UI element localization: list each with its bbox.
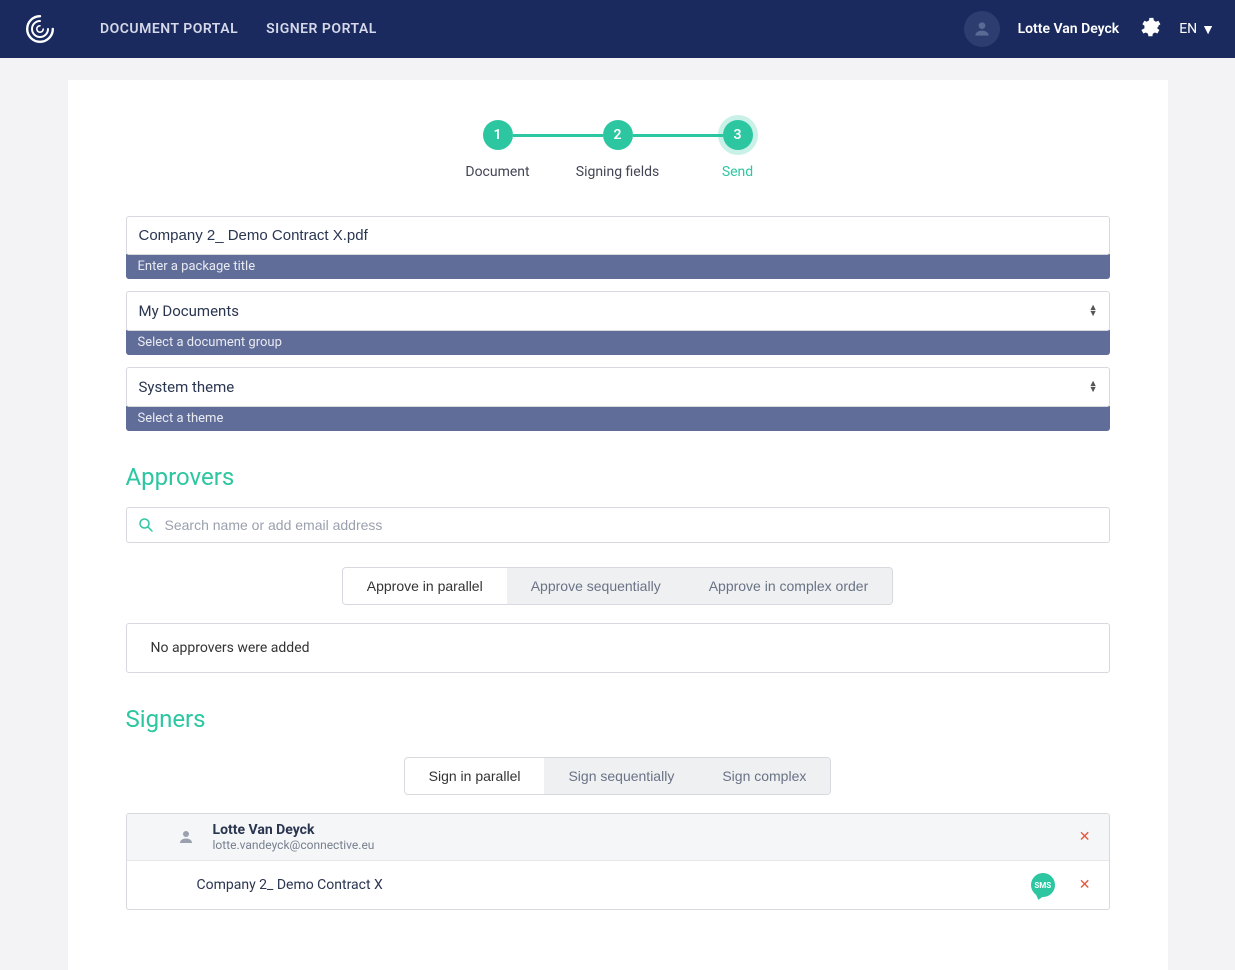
app-logo	[20, 9, 60, 49]
search-icon	[137, 516, 155, 534]
step-connector-1	[513, 134, 603, 137]
signer-email-label: lotte.vandeyck@connective.eu	[213, 838, 375, 852]
signer-list: Lotte Van Deyck lotte.vandeyck@connectiv…	[126, 813, 1110, 910]
approve-sequential-button[interactable]: Approve sequentially	[507, 568, 685, 604]
user-avatar[interactable]	[964, 11, 1000, 47]
step-3-label: Send	[722, 164, 753, 180]
language-selector[interactable]: EN ▼	[1179, 21, 1215, 38]
approvers-empty-state: No approvers were added	[126, 623, 1110, 673]
sign-complex-button[interactable]: Sign complex	[698, 758, 830, 794]
step-1-label: Document	[465, 164, 529, 180]
step-3-circle: 3	[723, 120, 753, 150]
approve-complex-button[interactable]: Approve in complex order	[685, 568, 893, 604]
remove-signer-button[interactable]: ✕	[1079, 829, 1091, 845]
main-nav: DOCUMENT PORTAL SIGNER PORTAL	[100, 21, 377, 37]
step-signing-fields[interactable]: 2 Signing fields	[558, 120, 678, 180]
settings-button[interactable]	[1137, 15, 1161, 43]
nav-document-portal[interactable]: DOCUMENT PORTAL	[100, 21, 238, 37]
signer-row: Lotte Van Deyck lotte.vandeyck@connectiv…	[127, 814, 1109, 861]
doc-group-hint: Select a document group	[126, 330, 1110, 355]
approve-parallel-button[interactable]: Approve in parallel	[343, 568, 507, 604]
step-2-label: Signing fields	[576, 164, 660, 180]
step-send[interactable]: 3 Send	[678, 120, 798, 180]
package-title-hint: Enter a package title	[126, 254, 1110, 279]
chevron-down-icon: ▼	[1201, 21, 1215, 38]
user-name-label: Lotte Van Deyck	[1018, 21, 1120, 37]
signers-title: Signers	[126, 705, 1110, 733]
remove-doc-button[interactable]: ✕	[1079, 877, 1091, 893]
package-title-input[interactable]	[126, 216, 1110, 255]
avatar-icon	[972, 19, 992, 39]
step-1-circle: 1	[483, 120, 513, 150]
sign-sequential-button[interactable]: Sign sequentially	[544, 758, 698, 794]
approver-search-row	[126, 507, 1110, 543]
person-icon	[175, 828, 197, 846]
theme-select[interactable]: System theme	[126, 367, 1110, 407]
approve-mode-segmented: Approve in parallel Approve sequentially…	[126, 567, 1110, 605]
step-document[interactable]: 1 Document	[438, 120, 558, 180]
app-header: DOCUMENT PORTAL SIGNER PORTAL Lotte Van …	[0, 0, 1235, 58]
sms-badge[interactable]: SMS	[1031, 873, 1055, 897]
signer-name-label: Lotte Van Deyck	[213, 822, 375, 838]
language-label: EN	[1179, 21, 1197, 37]
doc-group-block: My Documents ▲▼ Select a document group	[126, 291, 1110, 355]
package-title-block: Enter a package title	[126, 216, 1110, 279]
step-connector-2	[633, 134, 723, 137]
nav-signer-portal[interactable]: SIGNER PORTAL	[266, 21, 377, 37]
signer-meta: Lotte Van Deyck lotte.vandeyck@connectiv…	[213, 822, 375, 852]
signer-doc-row: Company 2_ Demo Contract X SMS ✕	[127, 861, 1109, 909]
logo-icon	[24, 13, 56, 45]
progress-stepper: 1 Document 2 Signing fields 3 Send	[68, 120, 1168, 180]
doc-group-select[interactable]: My Documents	[126, 291, 1110, 331]
gear-icon	[1137, 15, 1161, 39]
theme-block: System theme ▲▼ Select a theme	[126, 367, 1110, 431]
step-2-circle: 2	[603, 120, 633, 150]
signer-doc-name: Company 2_ Demo Contract X	[197, 877, 383, 893]
sign-parallel-button[interactable]: Sign in parallel	[405, 758, 545, 794]
theme-hint: Select a theme	[126, 406, 1110, 431]
main-card: 1 Document 2 Signing fields 3 Send Enter…	[68, 80, 1168, 970]
sign-mode-segmented: Sign in parallel Sign sequentially Sign …	[126, 757, 1110, 795]
approver-search-input[interactable]	[165, 517, 1099, 533]
approvers-title: Approvers	[126, 463, 1110, 491]
